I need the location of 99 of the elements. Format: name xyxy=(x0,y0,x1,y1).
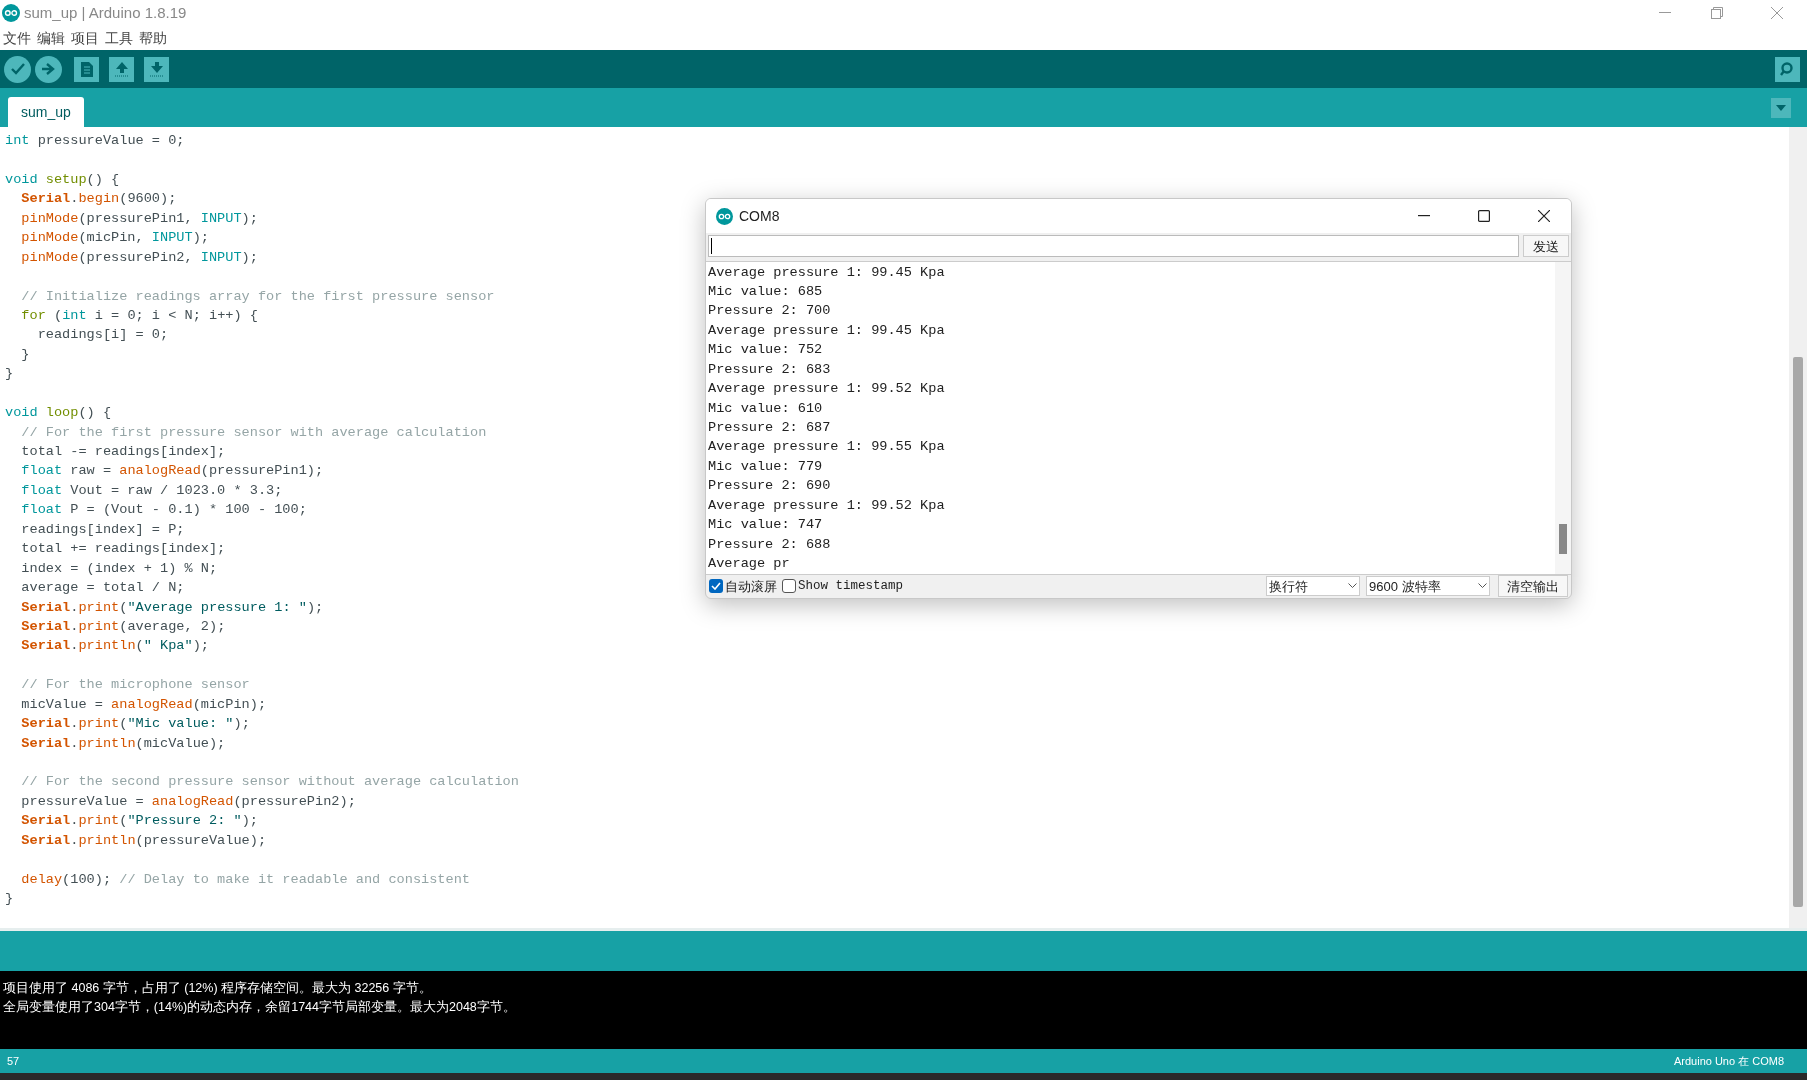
code-line: Serial.print("Mic value: "); xyxy=(20,716,250,732)
code-line: float Vout = raw / 1023.0 * 3.3; xyxy=(20,482,283,498)
code-line: Serial.print(average, 2); xyxy=(20,618,226,634)
autoscroll-label: 自动滚屏 xyxy=(725,577,777,596)
serial-output-line: Average pressure 1: 99.45 Kpa xyxy=(708,264,945,280)
serial-output-line: Mic value: 752 xyxy=(708,342,823,358)
menu-item[interactable]: 文件 xyxy=(2,27,32,49)
code-line: readings[i] = 0; xyxy=(36,327,169,343)
console-message: 全局变量使用了304字节，(14%)的动态内存，余留1744字节局部变量。最大为2048字节。 xyxy=(3,999,516,1016)
serial-output-line: Average pressure 1: 99.55 Kpa xyxy=(708,439,945,455)
code-line: } xyxy=(5,366,14,382)
serial-output-line: Mic value: 747 xyxy=(708,517,823,533)
down-arrow-icon xyxy=(149,61,164,77)
code-line: readings[index] = P; xyxy=(20,521,185,537)
code-line: delay(100); // Delay to make it readable and consistent xyxy=(20,871,470,887)
send-button[interactable]: 发送 xyxy=(1523,235,1569,258)
app-logo-icon xyxy=(716,207,733,225)
code-line: pinMode(micPin, INPUT); xyxy=(20,230,209,246)
serial-output-line: Pressure 2: 688 xyxy=(708,536,831,552)
window-title: sum_up | Arduino 1.8.19 xyxy=(24,2,187,23)
menu-item[interactable]: 工具 xyxy=(104,27,134,49)
code-line: // Initialize readings array for the first pressure sensor xyxy=(20,288,495,304)
serial-output-line: Average pr xyxy=(708,556,790,572)
code-line: float raw = analogRead(pressurePin1); xyxy=(20,463,324,479)
maximize-icon xyxy=(1478,210,1490,222)
scrollbar-thumb[interactable] xyxy=(1559,523,1567,554)
timestamp-checkbox[interactable] xyxy=(782,579,796,594)
serial-output-line: Pressure 2: 690 xyxy=(708,478,831,494)
close-icon xyxy=(1538,210,1550,222)
code-line: Serial.print("Pressure 2: "); xyxy=(20,813,258,829)
chevron-down-icon xyxy=(1348,583,1357,590)
code-line: pinMode(pressurePin2, INPUT); xyxy=(20,249,258,265)
baud-rate-dropdown[interactable]: 9600 波特率 xyxy=(1366,576,1490,597)
code-line: // For the microphone sensor xyxy=(20,677,250,693)
file-tab[interactable]: sum_up xyxy=(8,97,84,127)
code-line: average = total / N; xyxy=(20,580,185,596)
close-icon xyxy=(1771,7,1783,19)
serial-output-line: Pressure 2: 683 xyxy=(708,361,831,377)
send-input-field[interactable] xyxy=(708,235,1519,258)
code-line: pressureValue = analogRead(pressurePin2); xyxy=(20,793,356,809)
document-icon xyxy=(80,61,93,77)
right-arrow-icon xyxy=(42,63,55,75)
minimize-icon xyxy=(1418,215,1430,217)
code-line: Serial.println(pressureValue); xyxy=(20,832,267,848)
code-line: Serial.println(micValue); xyxy=(20,735,226,751)
scrollbar-thumb[interactable] xyxy=(1793,357,1803,907)
minimize-icon xyxy=(1659,12,1671,14)
timestamp-label: Show timestamp xyxy=(798,577,904,595)
code-line: // For the second pressure sensor without average calculation xyxy=(20,774,519,790)
code-line: for (int i = 0; i < N; i++) { xyxy=(20,307,258,323)
serial-output-line: Pressure 2: 700 xyxy=(708,303,831,319)
code-line: total -= readings[index]; xyxy=(20,444,226,459)
open-button[interactable] xyxy=(109,56,134,82)
serial-output-line: Average pressure 1: 99.52 Kpa xyxy=(708,497,945,513)
verify-button[interactable] xyxy=(4,55,31,83)
menu-item[interactable]: 编辑 xyxy=(36,27,66,49)
app-logo-icon xyxy=(2,4,20,22)
serial-output-line: Mic value: 610 xyxy=(708,400,823,416)
clear-output-button[interactable]: 清空输出 xyxy=(1498,575,1568,598)
code-line: micValue = analogRead(micPin); xyxy=(20,696,267,712)
serial-output-line: Average pressure 1: 99.45 Kpa xyxy=(708,322,945,338)
editor-scrollbar[interactable] xyxy=(1789,127,1807,928)
code-line: Serial.println(" Kpa"); xyxy=(20,638,209,654)
line-ending-dropdown[interactable]: 换行符 xyxy=(1266,576,1360,597)
up-arrow-icon xyxy=(114,61,129,77)
chevron-down-icon xyxy=(1478,583,1487,590)
serial-output-line: Mic value: 779 xyxy=(708,458,823,474)
autoscroll-checkbox[interactable] xyxy=(709,579,723,594)
new-sketch-button[interactable] xyxy=(74,56,99,82)
code-line: pinMode(pressurePin1, INPUT); xyxy=(20,210,258,226)
serial-output-line: Average pressure 1: 99.52 Kpa xyxy=(708,381,945,397)
code-line: } xyxy=(5,891,14,907)
checkmark-icon xyxy=(10,63,25,75)
tab-menu-button[interactable] xyxy=(1771,98,1791,118)
console-message: 项目使用了 4086 字节，占用了 (12%) 程序存储空间。最大为 32256 字节。 xyxy=(3,980,432,997)
code-line: int pressureValue = 0; xyxy=(5,133,185,148)
code-line: float P = (Vout - 0.1) * 100 - 100; xyxy=(20,502,307,518)
code-line: Serial.begin(9600); xyxy=(20,191,177,207)
code-line: Serial.print("Average pressure 1: "); xyxy=(20,599,324,615)
line-number: 57 xyxy=(7,1053,20,1069)
output-scrollbar[interactable] xyxy=(1555,261,1571,574)
code-line: // For the first pressure sensor with average calculation xyxy=(20,424,487,440)
caret-down-icon xyxy=(1776,105,1786,111)
code-line: } xyxy=(20,346,30,362)
restore-icon xyxy=(1711,7,1723,19)
upload-button[interactable] xyxy=(35,55,62,83)
search-icon xyxy=(1779,61,1796,77)
serial-monitor-button[interactable] xyxy=(1775,56,1800,82)
save-button[interactable] xyxy=(144,56,169,82)
window-title: COM8 xyxy=(739,206,780,226)
menu-item[interactable]: 项目 xyxy=(70,27,100,49)
board-port-label: Arduino Uno 在 COM8 xyxy=(1673,1053,1784,1069)
code-line: void setup() { xyxy=(5,171,120,187)
menu-item[interactable]: 帮助 xyxy=(138,27,168,49)
code-line: index = (index + 1) % N; xyxy=(20,560,218,576)
code-line: total += readings[index]; xyxy=(20,541,226,557)
code-line: void loop() { xyxy=(5,405,112,421)
serial-output-line: Pressure 2: 687 xyxy=(708,420,831,436)
serial-output-line: Mic value: 685 xyxy=(708,283,823,299)
